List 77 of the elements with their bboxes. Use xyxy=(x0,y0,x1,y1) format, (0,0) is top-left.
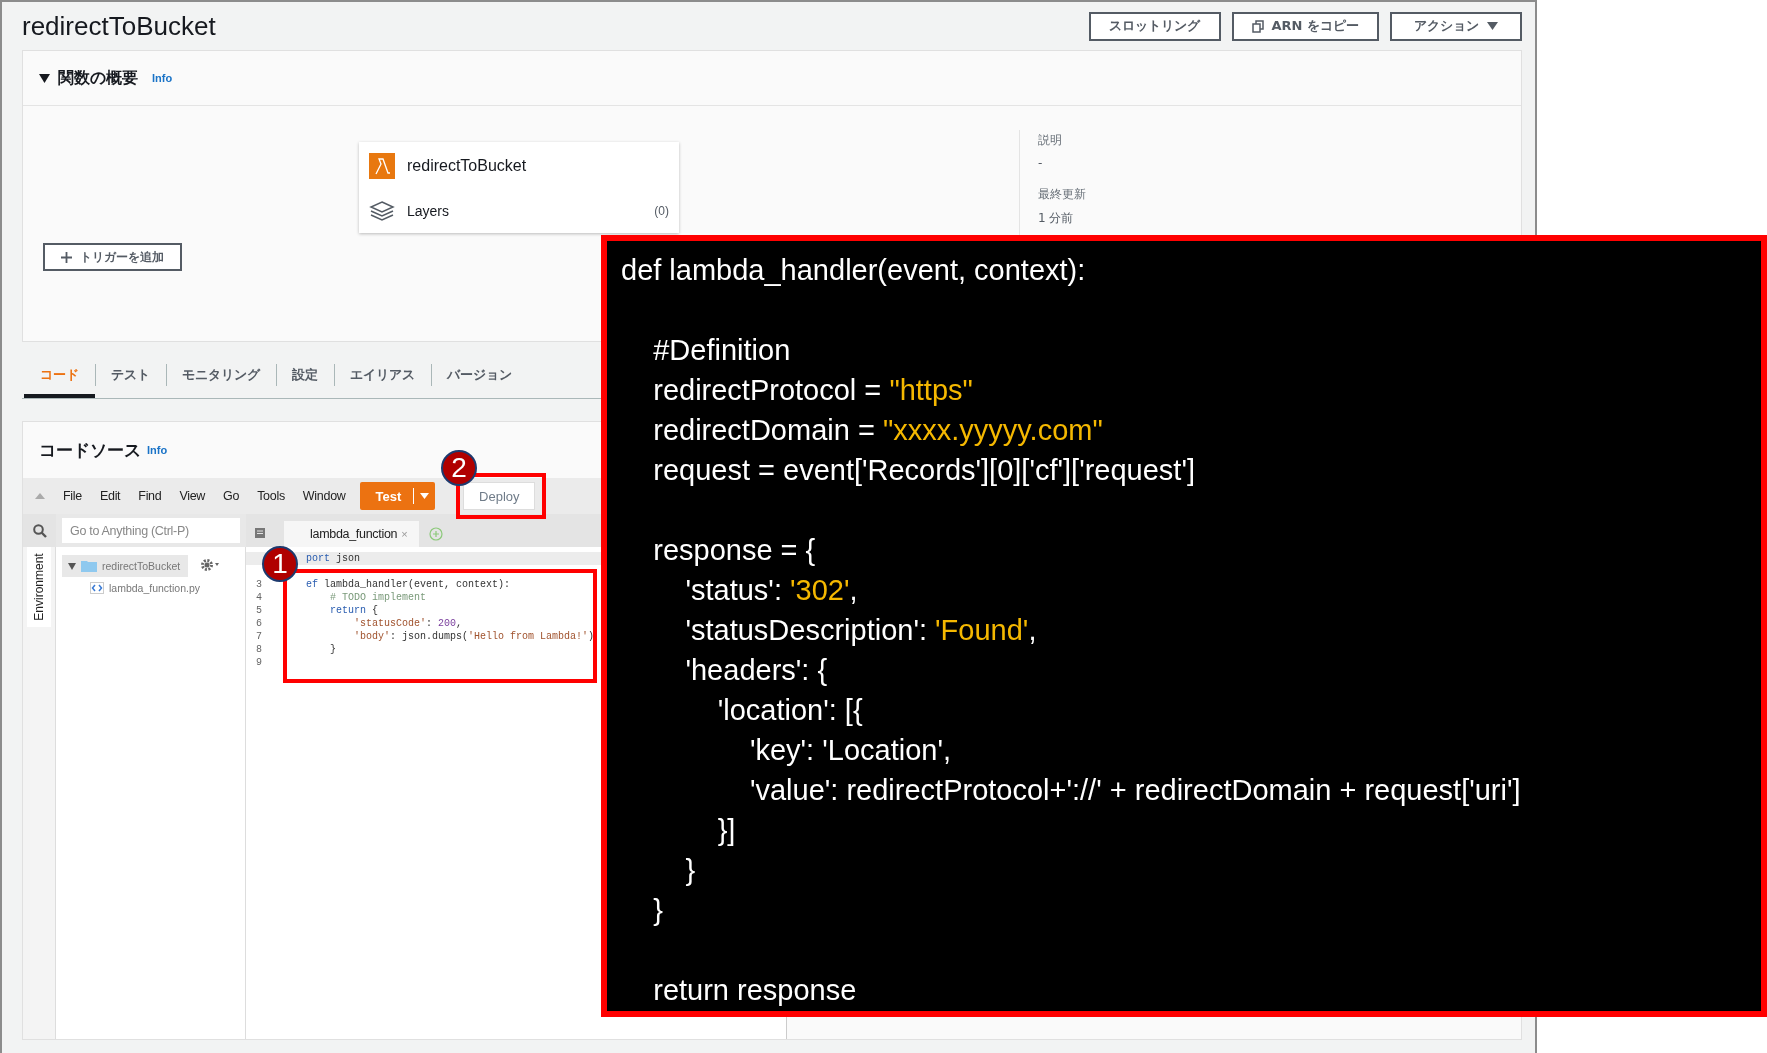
tab[interactable]: 設定 xyxy=(276,352,334,398)
add-trigger-button[interactable]: トリガーを追加 xyxy=(43,243,182,271)
line-number: 7 xyxy=(255,631,262,642)
code-line: } xyxy=(329,644,336,655)
header-button[interactable]: スロットリング xyxy=(1088,11,1221,41)
code-line: port json xyxy=(306,553,361,564)
detail-label: 最終更新 xyxy=(1038,186,1087,203)
menu-item[interactable]: Tools xyxy=(257,489,285,503)
copy-icon xyxy=(1251,19,1264,33)
tab[interactable]: エイリアス xyxy=(334,352,431,398)
layers-icon xyxy=(369,200,395,223)
line-number: 4 xyxy=(255,592,262,603)
code-line: redirectProtocol = "https" xyxy=(652,373,973,407)
code-line: 'body': json.dumps('Hello from Lambda!') xyxy=(353,631,595,642)
search-field[interactable]: Go to Anything (Ctrl-P) xyxy=(62,518,240,543)
code-line: 'location': [{ xyxy=(716,693,863,727)
tab[interactable]: バージョン xyxy=(431,352,528,398)
search-icon[interactable] xyxy=(32,523,47,538)
editor-tab[interactable]: lambda_function × xyxy=(284,521,420,547)
section-title: 関数の概要 xyxy=(58,67,138,89)
file-icon xyxy=(90,582,104,594)
expand-icon[interactable] xyxy=(68,562,76,570)
detail-value: - xyxy=(1038,156,1044,170)
header-button[interactable]: ARN をコピー xyxy=(1231,11,1379,41)
page-title: redirectToBucket xyxy=(22,10,216,42)
file-tab-icon[interactable] xyxy=(254,527,266,539)
tab[interactable]: テスト xyxy=(95,352,166,398)
code-line: response = { xyxy=(652,533,816,567)
code-line: }] xyxy=(716,813,736,847)
layers-label[interactable]: Layers xyxy=(407,203,643,220)
caret-icon xyxy=(1487,22,1498,30)
detail-value: 1 分前 xyxy=(1038,210,1075,227)
plus-icon xyxy=(61,251,72,263)
folder-item[interactable]: redirectToBucket xyxy=(62,555,188,577)
code-line: #Definition xyxy=(652,333,791,367)
code-line: # TODO implement xyxy=(329,592,427,603)
line-number: 5 xyxy=(255,605,262,616)
detail-label: 説明 xyxy=(1038,132,1063,149)
menu-item[interactable]: Edit xyxy=(99,489,121,503)
menu-item[interactable]: View xyxy=(179,489,206,503)
info-link[interactable]: Info xyxy=(147,444,168,456)
code-line: } xyxy=(652,893,663,927)
layers-count: (0) xyxy=(654,204,669,219)
side-tab[interactable]: Environment xyxy=(27,547,51,627)
folder-icon xyxy=(81,560,97,572)
code-line: } xyxy=(684,853,696,887)
line-number: 9 xyxy=(255,657,262,668)
line-number: 6 xyxy=(255,618,262,629)
code-line: request = event['Records'][0]['cf']['request'] xyxy=(652,453,1196,487)
lambda-icon xyxy=(369,152,395,179)
code-line: 'status': '302', xyxy=(684,573,858,607)
caret-icon xyxy=(420,493,430,499)
menu-item[interactable]: File xyxy=(63,489,82,503)
code-line: ef lambda_handler(event, context): xyxy=(306,579,511,590)
code-line: redirectDomain = "xxxx.yyyyy.com" xyxy=(652,413,1103,447)
section-title: コードソース xyxy=(39,438,141,462)
code-line: 'statusDescription': 'Found', xyxy=(684,613,1037,647)
code-line: return { xyxy=(329,605,379,616)
code-line: 'headers': { xyxy=(684,653,828,687)
menu-item[interactable]: Find xyxy=(138,489,162,503)
header-button[interactable]: アクション xyxy=(1390,11,1522,41)
tree-item[interactable]: lambda_function.py xyxy=(62,577,239,599)
line-number: 8 xyxy=(255,644,262,655)
code-line: return response xyxy=(652,973,857,1007)
collapse-icon[interactable] xyxy=(39,73,50,83)
code-line: 'value': redirectProtocol+'://' + redirectDomain + request['uri'] xyxy=(748,773,1521,807)
code-line: def lambda_handler(event, context): xyxy=(621,253,1086,287)
function-name: redirectToBucket xyxy=(407,156,527,175)
menu-item[interactable]: Go xyxy=(223,489,240,503)
menu-item[interactable]: Window xyxy=(302,489,346,503)
line-number: 3 xyxy=(255,579,262,590)
code-line: 'key': 'Location', xyxy=(748,733,951,767)
deploy-button[interactable]: Deploy xyxy=(463,482,536,510)
code-line: 'statusCode': 200, xyxy=(353,618,463,629)
info-link[interactable]: Info xyxy=(152,72,173,84)
tab[interactable]: モニタリング xyxy=(166,352,276,398)
gear-icon[interactable] xyxy=(200,558,220,572)
